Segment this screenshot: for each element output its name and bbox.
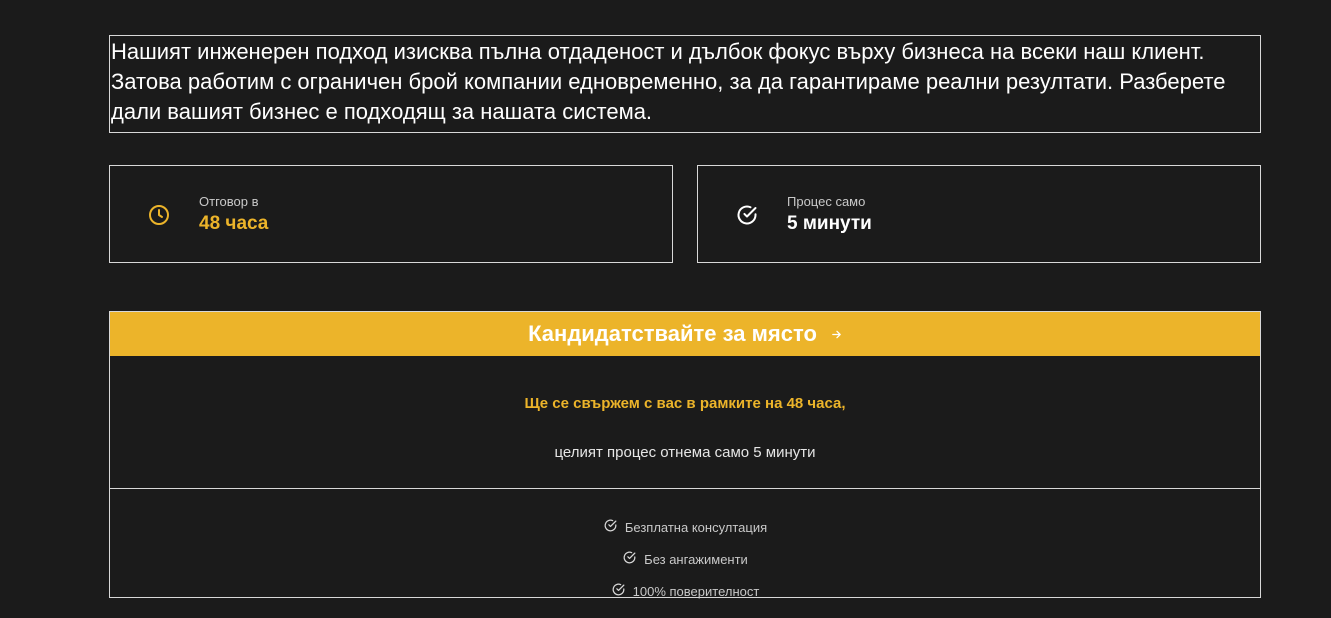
check-circle-icon [735,203,759,227]
arrow-right-icon [831,327,842,343]
process-time-label: Процес само [787,194,866,209]
benefit-item: Без ангажименти [110,543,1260,575]
divider [110,488,1260,489]
check-circle-icon [611,582,626,600]
process-note: целият процес отнема само 5 минути [554,444,816,461]
check-circle-icon [622,550,637,568]
process-time-value: 5 минути [787,213,872,234]
response-time-card: Отговор в 48 часа [109,165,673,263]
intro-paragraph: Нашият инженерен подход изисква пълна от… [109,35,1261,133]
response-time-label: Отговор в [199,194,259,209]
benefit-label: Без ангажименти [644,551,748,567]
process-time-card: Процес само 5 минути [697,165,1261,263]
benefit-label: Безплатна консултация [624,519,768,535]
benefit-item: 100% поверителност [110,575,1260,607]
benefits-list: Безплатна консултация Без ангажименти 10… [110,511,1260,607]
clock-icon [147,203,171,227]
check-circle-icon [603,518,618,536]
benefit-label: 100% поверителност [632,583,760,599]
apply-button[interactable]: Кандидатствайте за място [110,312,1260,356]
apply-button-label: Кандидатствайте за място [528,321,817,346]
response-promise: Ще се свържем с вас в рамките на 48 часа… [524,395,846,412]
application-panel: Кандидатствайте за място Ще се свържем с… [109,311,1261,599]
response-time-value: 48 часа [199,213,269,234]
benefit-item: Безплатна консултация [110,511,1260,543]
